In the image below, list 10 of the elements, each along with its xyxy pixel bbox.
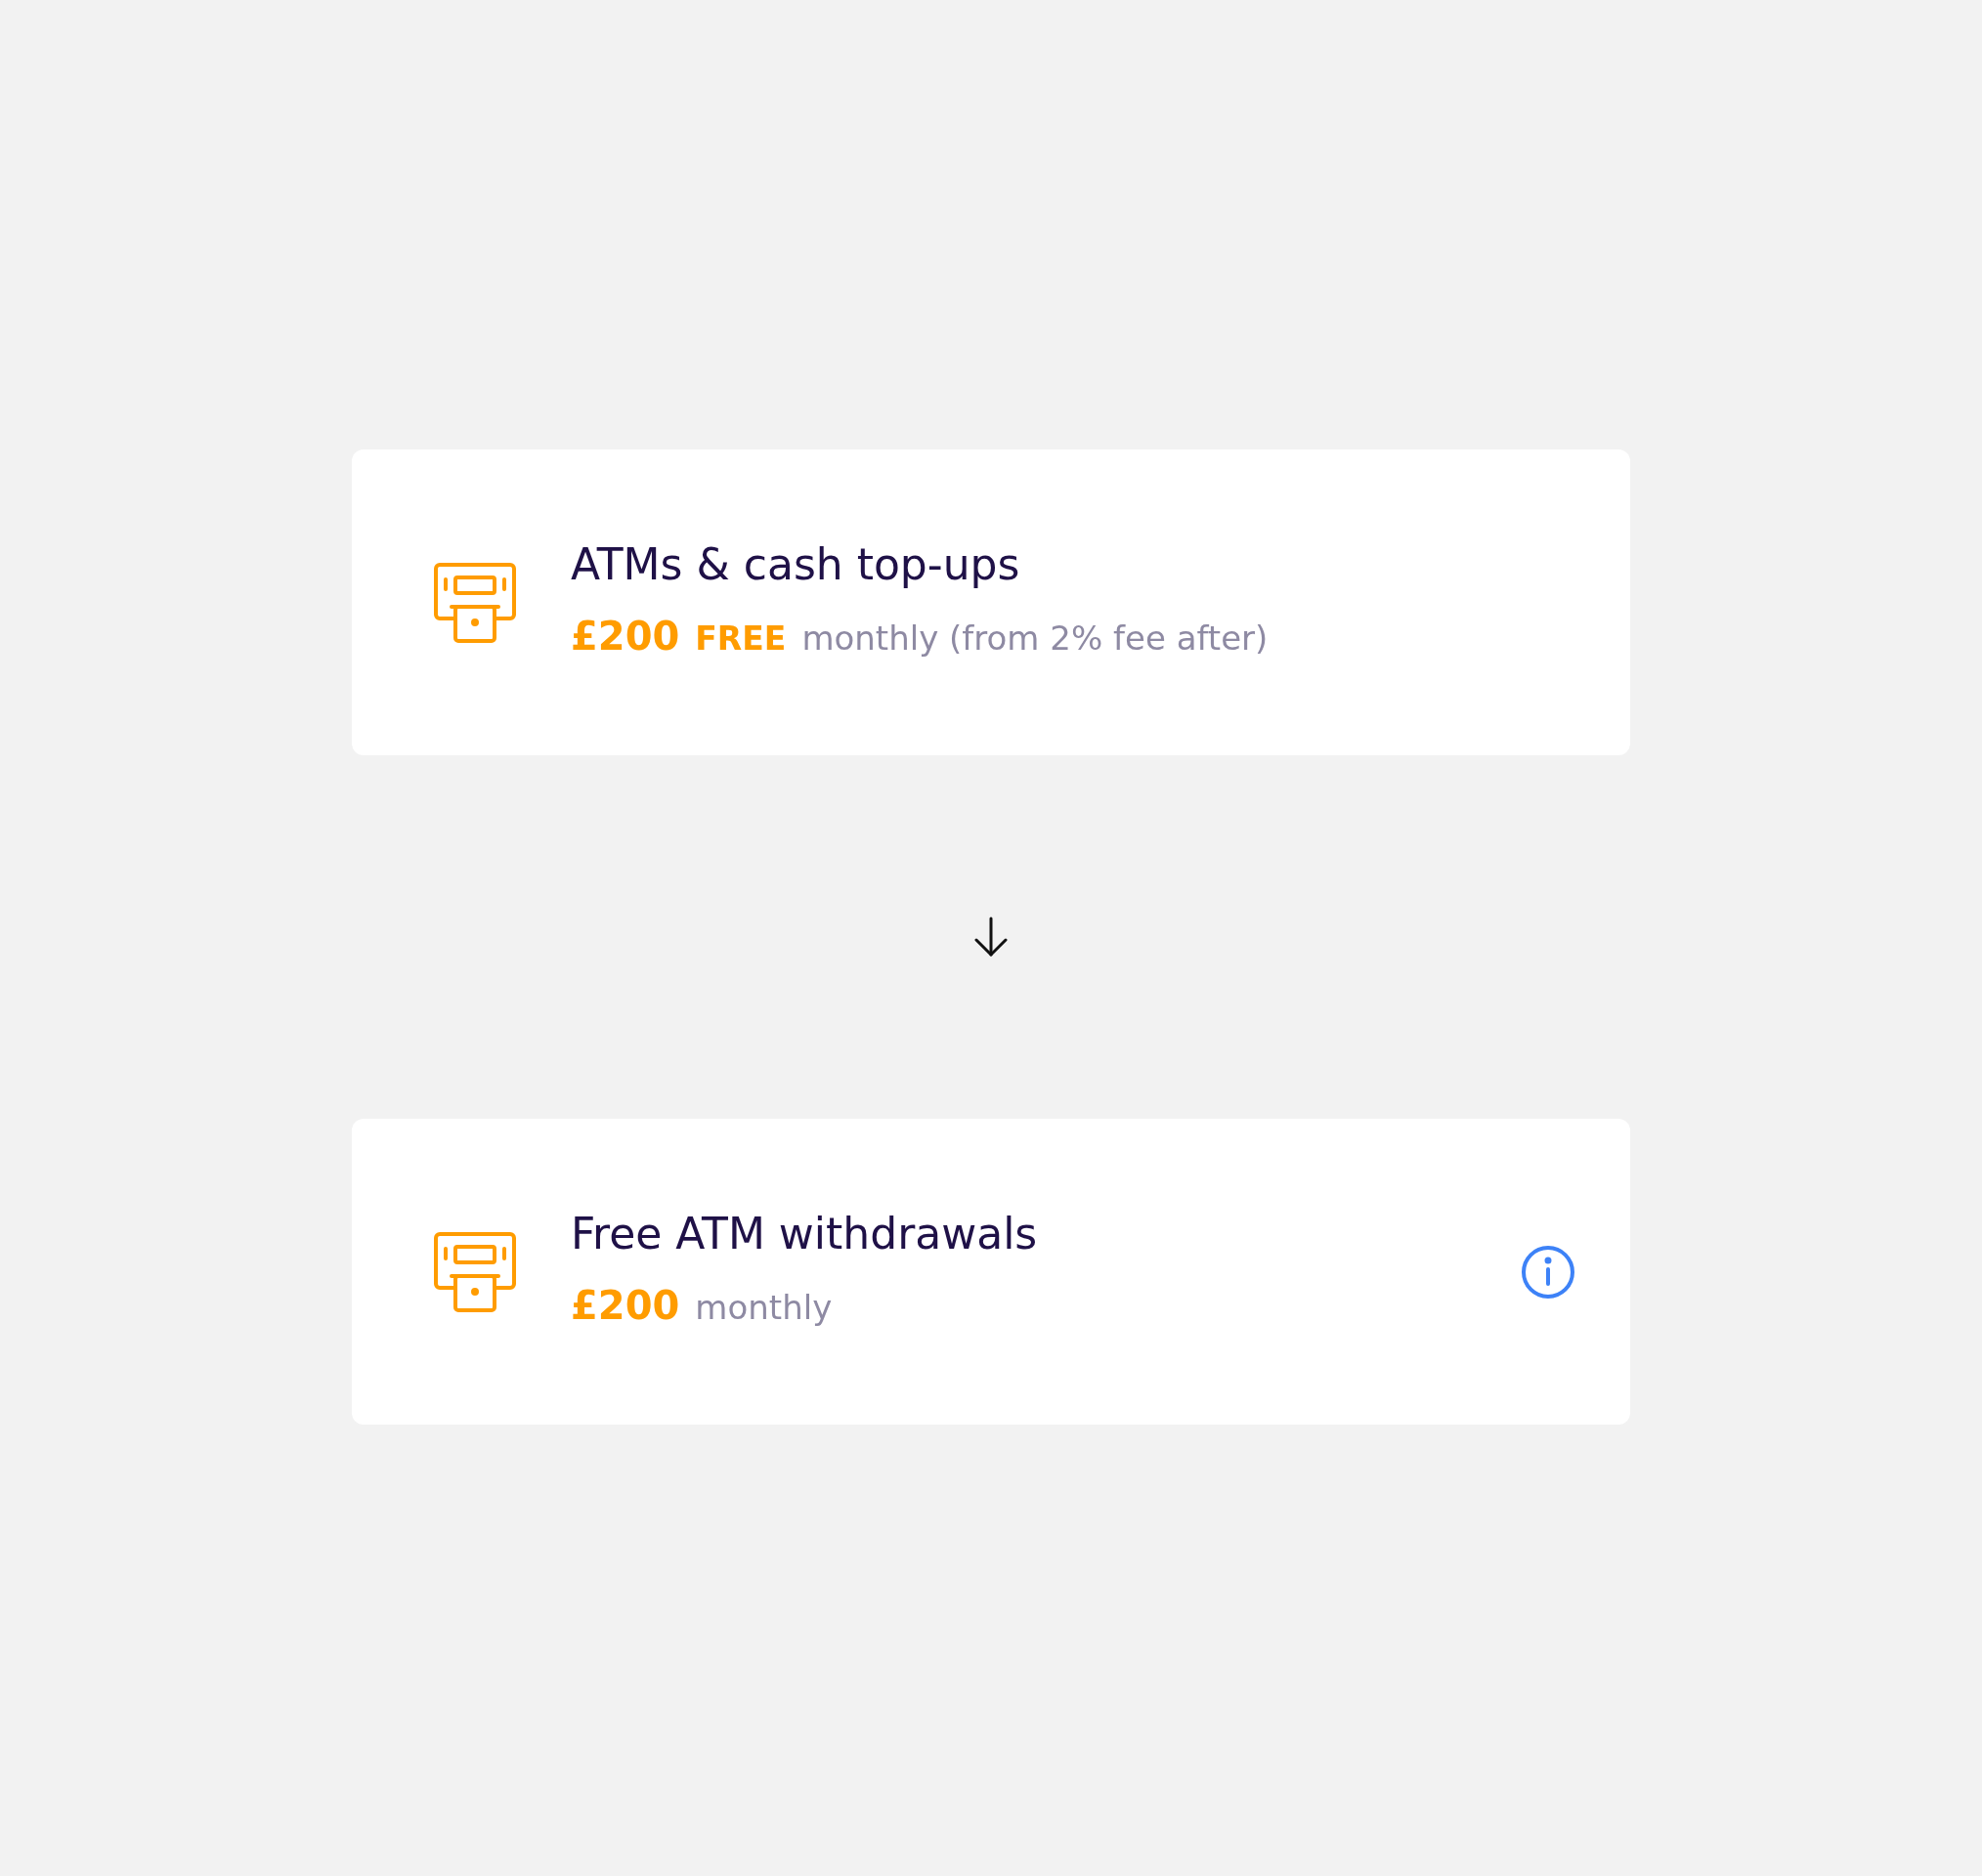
free-label: FREE (695, 618, 787, 660)
detail-text: monthly (695, 1286, 833, 1329)
atm-icon (434, 1231, 516, 1312)
card-title: Free ATM withdrawals (571, 1209, 1039, 1260)
card-title: ATMs & cash top-ups (571, 539, 1021, 591)
detail-text: monthly (from 2% fee after) (801, 617, 1269, 660)
amount: £200 (571, 1281, 680, 1330)
info-icon[interactable] (1521, 1244, 1575, 1300)
atm-icon (434, 562, 516, 643)
amount: £200 (571, 612, 680, 661)
